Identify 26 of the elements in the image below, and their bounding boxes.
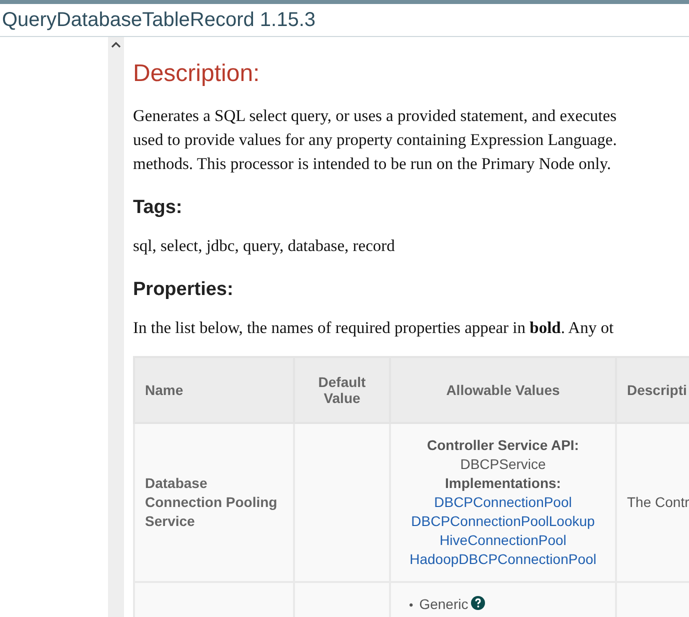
caret-icon [111, 40, 121, 48]
help-icon[interactable] [471, 596, 486, 610]
description-text: used to provide values for any property containing Expression Language. [133, 129, 618, 151]
column-header: Name [134, 357, 294, 423]
allowable-value: Generic [419, 596, 468, 612]
description-text: methods. This processor is intended to be run on the Primary Node only. [133, 153, 612, 175]
description-text: Generates a SQL select query, or uses a provided statement, and executes [133, 105, 618, 127]
api-label: Controller Service API: [426, 436, 580, 455]
column-header: Descripti [616, 357, 689, 423]
api-name: DBCPService [459, 455, 547, 474]
property-name: Database Connection Pooling Service [145, 475, 278, 529]
properties-intro: In the list below, the names of required properties appear in bold. Any ot [133, 317, 615, 339]
column-header: Default Value [294, 357, 390, 423]
page-title: QueryDatabaseTableRecord 1.15.3 [2, 8, 316, 32]
section-heading: Properties: [133, 279, 234, 301]
section-heading: Description: [133, 60, 261, 88]
implementations-label: Implementations: [444, 474, 562, 493]
implementation-link[interactable]: HadoopDBCPConnectionPool [410, 551, 596, 567]
column-header: Allowable Values [390, 357, 616, 423]
implementation-link[interactable]: DBCPConnectionPoolLookup [411, 513, 595, 529]
bullet: • [409, 598, 414, 612]
tags-text: sql, select, jdbc, query, database, record [133, 235, 396, 257]
property-description: The Contr [627, 494, 689, 510]
implementation-link[interactable]: DBCPConnectionPool [434, 494, 572, 510]
section-heading: Tags: [133, 197, 184, 219]
implementation-link[interactable]: HiveConnectionPool [440, 532, 566, 548]
